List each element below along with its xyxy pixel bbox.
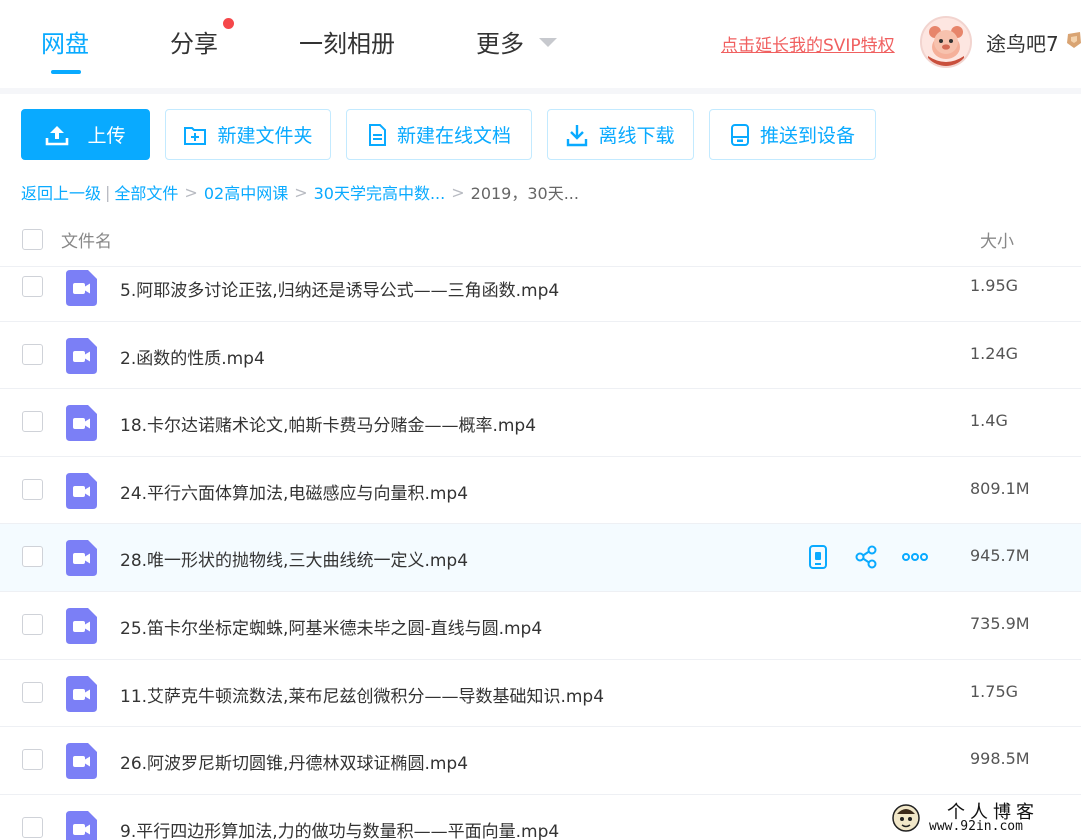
video-file-icon: [66, 472, 97, 509]
top-nav: 网盘 分享 一刻相册 更多 点击延长我的SVIP特权 途鸟吧7: [0, 0, 1081, 88]
new-folder-icon: [184, 126, 207, 145]
breadcrumb-back-link[interactable]: 返回上一级: [21, 180, 101, 204]
video-file-icon: [66, 675, 97, 712]
breadcrumb-arrow: >: [294, 182, 308, 202]
table-row[interactable]: 11.艾萨克牛顿流数法,莱布尼兹创微积分——导数基础知识.mp4 1.75G: [0, 660, 1081, 728]
tab-moment-album[interactable]: 一刻相册: [299, 24, 395, 59]
video-file-icon: [66, 405, 97, 442]
upload-icon: [46, 125, 69, 145]
column-header-size[interactable]: 大小: [980, 227, 1014, 252]
username[interactable]: 途鸟吧7: [986, 28, 1059, 57]
breadcrumb-current: 2019，30天...: [470, 184, 579, 203]
new-folder-label: 新建文件夹: [217, 125, 313, 147]
share-notification-dot: [223, 18, 234, 29]
row-checkbox[interactable]: [22, 749, 43, 771]
device-icon: [730, 123, 749, 146]
column-header-name[interactable]: 文件名: [61, 227, 112, 252]
table-row[interactable]: 24.平行六面体算加法,电磁感应与向量积.mp4 809.1M: [0, 457, 1081, 525]
breadcrumb-all-files[interactable]: 全部文件: [114, 180, 178, 204]
video-file-icon: [66, 270, 97, 306]
video-file-icon: [66, 540, 97, 577]
more-options-icon[interactable]: [902, 543, 928, 571]
row-checkbox[interactable]: [22, 816, 43, 838]
row-checkbox[interactable]: [22, 343, 43, 365]
file-size: 1.4G: [970, 411, 1008, 431]
file-name[interactable]: 18.卡尔达诺赌术论文,帕斯卡费马分赌金——概率.mp4: [120, 411, 536, 436]
file-size: 1.24G: [970, 343, 1019, 363]
watermark-emblem-icon: [892, 804, 920, 832]
file-name[interactable]: 2.函数的性质.mp4: [120, 344, 265, 369]
new-online-doc-label: 新建在线文档: [396, 125, 511, 147]
video-file-icon: [66, 607, 97, 644]
row-checkbox[interactable]: [22, 276, 43, 297]
chevron-down-icon[interactable]: [539, 38, 557, 47]
breadcrumb-arrow: >: [184, 182, 198, 202]
nav-divider: [0, 88, 1081, 94]
file-size: 945.7M: [970, 546, 1030, 566]
breadcrumb-divider: |: [105, 182, 111, 202]
video-file-icon: [66, 337, 97, 374]
watermark: 个人博客 www.92in.com: [887, 798, 1077, 838]
row-checkbox[interactable]: [22, 546, 43, 568]
file-size: 1.95G: [970, 276, 1019, 295]
active-tab-indicator: [51, 70, 81, 74]
watermark-url: www.92in.com: [929, 819, 1023, 834]
svip-badge-icon: [1067, 32, 1081, 48]
table-row[interactable]: 28.唯一形状的抛物线,三大曲线统一定义.mp4 945.7M: [0, 524, 1081, 592]
breadcrumb-folder-1[interactable]: 02高中网课: [204, 180, 288, 204]
file-name[interactable]: 25.笛卡尔坐标定蜘蛛,阿基米德未毕之圆-直线与圆.mp4: [120, 614, 542, 639]
tab-more[interactable]: 更多: [476, 24, 524, 59]
row-checkbox[interactable]: [22, 478, 43, 500]
file-name[interactable]: 26.阿波罗尼斯切圆锥,丹德林双球证椭圆.mp4: [120, 749, 468, 774]
file-name[interactable]: 24.平行六面体算加法,电磁感应与向量积.mp4: [120, 479, 468, 504]
table-row[interactable]: 25.笛卡尔坐标定蜘蛛,阿基米德未毕之圆-直线与圆.mp4 735.9M: [0, 592, 1081, 660]
new-online-doc-button[interactable]: 新建在线文档: [346, 109, 532, 160]
file-name[interactable]: 11.艾萨克牛顿流数法,莱布尼兹创微积分——导数基础知识.mp4: [120, 682, 604, 707]
offline-download-label: 离线下载: [598, 125, 675, 147]
breadcrumb-arrow: >: [451, 182, 465, 202]
svip-renew-link[interactable]: 点击延长我的SVIP特权: [721, 31, 895, 56]
row-checkbox[interactable]: [22, 681, 43, 703]
select-all-checkbox[interactable]: [22, 229, 43, 250]
breadcrumb-folder-2[interactable]: 30天学完高中数...: [314, 180, 446, 204]
file-size: 998.5M: [970, 749, 1030, 769]
table-row[interactable]: 2.函数的性质.mp4 1.24G: [0, 322, 1081, 390]
document-icon: [368, 123, 386, 146]
file-size: 1.75G: [970, 681, 1019, 701]
row-checkbox[interactable]: [22, 411, 43, 433]
breadcrumb: 返回上一级 | 全部文件 > 02高中网课 > 30天学完高中数... > 20…: [21, 180, 579, 204]
file-name[interactable]: 5.阿耶波多讨论正弦,归纳还是诱导公式——三角函数.mp4: [120, 276, 559, 301]
row-actions: [806, 543, 928, 571]
video-file-icon: [66, 810, 97, 840]
file-size: 735.9M: [970, 613, 1030, 633]
table-row[interactable]: 26.阿波罗尼斯切圆锥,丹德林双球证椭圆.mp4 998.5M: [0, 727, 1081, 795]
file-size: 809.1M: [970, 478, 1030, 498]
tab-share[interactable]: 分享: [170, 24, 218, 59]
file-name[interactable]: 9.平行四边形算加法,力的做功与数量积——平面向量.mp4: [120, 817, 559, 840]
file-name[interactable]: 28.唯一形状的抛物线,三大曲线统一定义.mp4: [120, 546, 468, 571]
push-to-device-icon[interactable]: [806, 543, 830, 571]
table-row[interactable]: 18.卡尔达诺赌术论文,帕斯卡费马分赌金——概率.mp4 1.4G: [0, 389, 1081, 457]
push-to-device-button[interactable]: 推送到设备: [709, 109, 876, 160]
upload-button[interactable]: 上传: [21, 109, 150, 160]
share-icon[interactable]: [854, 543, 878, 571]
download-icon: [567, 124, 588, 146]
file-list: 5.阿耶波多讨论正弦,归纳还是诱导公式——三角函数.mp4 1.95G 2.函数的性…: [0, 254, 1081, 840]
new-folder-button[interactable]: 新建文件夹: [165, 109, 331, 160]
upload-label: 上传: [87, 125, 126, 147]
avatar-icon: [922, 18, 970, 66]
video-file-icon: [66, 743, 97, 780]
header-divider: [0, 266, 1081, 267]
table-row[interactable]: 5.阿耶波多讨论正弦,归纳还是诱导公式——三角函数.mp4 1.95G: [0, 254, 1081, 322]
row-checkbox[interactable]: [22, 613, 43, 635]
offline-download-button[interactable]: 离线下载: [547, 109, 694, 160]
push-to-device-label: 推送到设备: [759, 125, 855, 147]
avatar[interactable]: [920, 16, 972, 68]
tab-netdisk[interactable]: 网盘: [41, 24, 89, 59]
